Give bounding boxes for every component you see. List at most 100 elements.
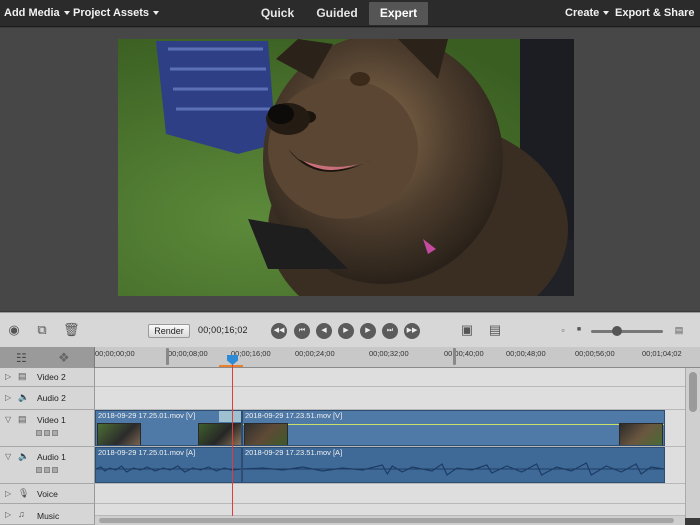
chevron-down-icon: [153, 11, 160, 16]
clip-label: 2018-09-29 17.25.01.mov [V]: [98, 411, 196, 420]
fullscreen-icon[interactable]: ▤: [487, 323, 503, 337]
project-assets-menu[interactable]: Project Assets: [73, 0, 160, 27]
prev-edit-icon[interactable]: ⏮: [294, 323, 310, 339]
render-bar: [219, 365, 243, 367]
timeline-toolbar: ◉ ⧉ 🗑 Render 00;00;16;02 ◀◀ ⏮ ◀ ▶ ▶ ⏭ ▶▶…: [0, 312, 700, 347]
zoom-slider[interactable]: [591, 330, 663, 333]
link-icon[interactable]: ⧉: [34, 323, 50, 337]
track-name: Music: [37, 511, 60, 521]
current-timecode: 00;00;16;02: [198, 325, 248, 335]
track-header-music[interactable]: ▷ ♫ Music: [0, 504, 95, 525]
track-controls[interactable]: [36, 467, 58, 473]
transition-marker[interactable]: [219, 411, 241, 422]
ruler-label: 00;00;24;00: [295, 349, 335, 358]
collapse-arrow-icon[interactable]: ▽: [5, 415, 11, 424]
clip-thumbnail: [97, 423, 141, 445]
track-name: Voice: [37, 489, 58, 499]
chevron-down-icon: [63, 11, 70, 16]
ruler-label: 00;01;04;02: [642, 349, 682, 358]
zoom-out-icon[interactable]: ▫: [555, 323, 571, 337]
chevron-down-icon: [603, 11, 610, 16]
track-lane-audio1[interactable]: 2018-09-29 17.25.01.mov [A] 2018-09-29 1…: [95, 447, 685, 484]
ruler-label: 00;00;00;00: [95, 349, 135, 358]
track-header-audio1[interactable]: ▽ 🔈 Audio 1: [0, 447, 95, 484]
goto-start-icon[interactable]: ◀◀: [271, 323, 287, 339]
expand-arrow-icon[interactable]: ▷: [5, 393, 11, 402]
top-menu-bar: Add Media Project Assets Quick Guided Ex…: [0, 0, 700, 27]
clip-thumbnail: [198, 423, 241, 445]
track-header-video1[interactable]: ▽ ▤ Video 1: [0, 410, 95, 447]
track-lane-voice[interactable]: [95, 484, 685, 504]
render-button[interactable]: Render: [148, 324, 190, 338]
speaker-icon: 🔈: [18, 392, 30, 402]
clip-thumbnail: [244, 423, 288, 445]
track-name: Video 1: [37, 415, 66, 425]
expand-arrow-icon[interactable]: ▷: [5, 489, 11, 498]
track-header-voice[interactable]: ▷ 🎙 Voice: [0, 484, 95, 504]
dog-video-frame: [118, 39, 574, 296]
ruler-header: ☷ ❖: [0, 347, 95, 368]
monitor-panel: [0, 28, 700, 311]
music-note-icon: ♫: [18, 509, 25, 519]
audio-clip[interactable]: 2018-09-29 17.23.51.mov [A]: [242, 447, 665, 483]
work-area-end-handle[interactable]: [453, 348, 456, 365]
ruler-label: 00;00;08;00: [168, 349, 208, 358]
play-icon[interactable]: ▶: [338, 323, 354, 339]
work-area-start-handle[interactable]: [166, 348, 169, 365]
create-label: Create: [565, 7, 600, 19]
ruler-label: 00;00;48;00: [506, 349, 546, 358]
microphone-icon: 🎙: [18, 488, 30, 498]
scrollbar-thumb[interactable]: [689, 372, 697, 412]
ruler-label: 00;00;32;00: [369, 349, 409, 358]
audio-clip[interactable]: 2018-09-29 17.25.01.mov [A]: [95, 447, 242, 483]
expand-arrow-icon[interactable]: ▷: [5, 372, 11, 381]
track-lane-video1[interactable]: 2018-09-29 17.25.01.mov [V] 2018-09-29 1…: [95, 410, 685, 447]
step-back-icon[interactable]: ◀: [316, 323, 332, 339]
audio-waveform: [96, 465, 241, 473]
film-icon: ▤: [18, 371, 27, 381]
video-clip[interactable]: 2018-09-29 17.25.01.mov [V]: [95, 410, 242, 446]
goto-end-icon[interactable]: ▶▶: [404, 323, 420, 339]
video-clip[interactable]: 2018-09-29 17.23.51.mov [V]: [242, 410, 665, 446]
film-icon: ▤: [18, 414, 27, 424]
speaker-icon: 🔈: [18, 451, 30, 461]
expand-arrow-icon[interactable]: ▷: [5, 510, 11, 519]
project-assets-label: Project Assets: [73, 7, 150, 19]
track-header-video2[interactable]: ▷ ▤ Video 2: [0, 368, 95, 387]
ruler-label: 00;00;40;00: [444, 349, 484, 358]
track-name: Video 2: [37, 372, 66, 382]
ruler-label: 00;00;56;00: [575, 349, 615, 358]
camera-icon[interactable]: ◉: [6, 323, 22, 337]
marker-icon[interactable]: ❖: [58, 350, 70, 366]
track-header-audio2[interactable]: ▷ 🔈 Audio 2: [0, 387, 95, 410]
tab-quick[interactable]: Quick: [255, 2, 300, 25]
trash-icon[interactable]: 🗑: [63, 323, 80, 337]
track-lane-video2[interactable]: [95, 368, 685, 387]
monitor-icon[interactable]: ▣: [459, 323, 475, 337]
step-forward-icon[interactable]: ▶: [360, 323, 376, 339]
add-media-label: Add Media: [4, 7, 60, 19]
create-menu[interactable]: Create: [565, 0, 610, 27]
opacity-line[interactable]: [243, 424, 664, 425]
zoom-small-icon: ■: [576, 326, 582, 333]
track-name: Audio 1: [37, 452, 66, 462]
snap-icon[interactable]: ☷: [16, 351, 27, 365]
tab-expert[interactable]: Expert: [369, 2, 428, 25]
export-share-menu[interactable]: Export & Share: [615, 0, 694, 27]
video-preview[interactable]: [118, 39, 574, 296]
collapse-arrow-icon[interactable]: ▽: [5, 452, 11, 461]
add-media-menu[interactable]: Add Media: [4, 0, 70, 27]
track-lane-music[interactable]: [95, 504, 685, 516]
time-ruler[interactable]: 00;00;00;00 00;00;08;00 00;00;16;00 00;0…: [95, 347, 700, 368]
track-controls[interactable]: [36, 430, 58, 436]
playhead-line: [232, 360, 233, 525]
zoom-slider-handle[interactable]: [612, 326, 622, 336]
track-lane-audio2[interactable]: [95, 387, 685, 410]
horizontal-scrollbar[interactable]: [95, 516, 685, 525]
audio-waveform: [243, 462, 664, 476]
next-edit-icon[interactable]: ⏭: [382, 323, 398, 339]
zoom-in-icon[interactable]: ▤: [671, 323, 687, 337]
scrollbar-thumb[interactable]: [99, 518, 674, 523]
vertical-scrollbar[interactable]: [685, 368, 700, 518]
tab-guided[interactable]: Guided: [312, 2, 362, 25]
